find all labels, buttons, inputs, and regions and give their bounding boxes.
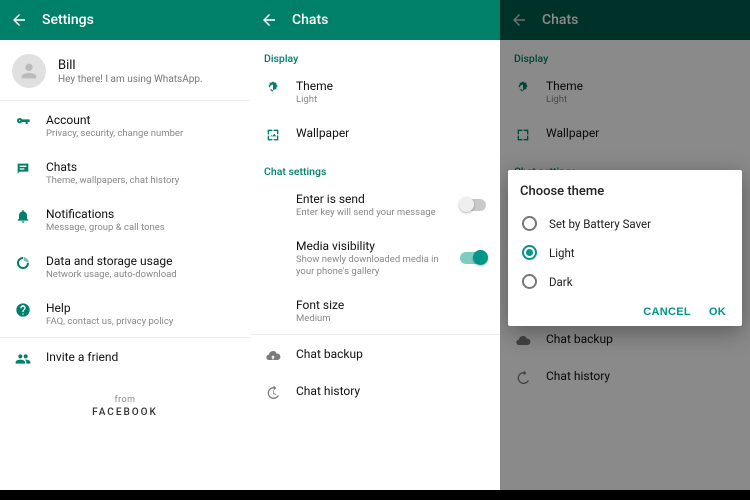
chats-settings-screen: Chats Display ThemeLight Wallpaper Chat …	[250, 0, 500, 490]
dialog-title: Choose theme	[520, 184, 730, 199]
theme-row[interactable]: ThemeLight	[500, 69, 750, 116]
brightness-icon	[264, 80, 282, 96]
facebook-brand: FACEBOOK	[0, 407, 250, 418]
back-icon[interactable]	[510, 11, 528, 29]
media-visibility-row[interactable]: Media visibilityShow newly downloaded me…	[250, 229, 500, 288]
cloud-upload-icon	[514, 333, 532, 349]
history-icon	[514, 370, 532, 386]
bell-icon	[14, 208, 32, 224]
profile-name: Bill	[58, 58, 203, 73]
appbar: Chats	[500, 0, 750, 40]
people-icon	[14, 351, 32, 367]
back-icon[interactable]	[10, 11, 28, 29]
media-visibility-toggle[interactable]	[460, 252, 486, 264]
radio-icon	[522, 216, 537, 231]
radio-icon	[522, 274, 537, 289]
appbar: Settings	[0, 0, 250, 40]
wallpaper-icon	[264, 127, 282, 143]
divider	[250, 334, 500, 335]
help-icon	[14, 302, 32, 318]
chat-backup-row[interactable]: Chat backup	[250, 337, 500, 374]
appbar-title: Chats	[542, 12, 578, 28]
appbar: Chats	[250, 0, 500, 40]
settings-item-account[interactable]: AccountPrivacy, security, change number	[0, 103, 250, 150]
divider	[0, 337, 250, 338]
theme-option-light[interactable]: Light	[520, 238, 730, 267]
profile-status: Hey there! I am using WhatsApp.	[58, 74, 203, 85]
settings-item-invite[interactable]: Invite a friend	[0, 340, 250, 377]
chat-icon	[14, 161, 32, 177]
font-size-row[interactable]: Font sizeMedium	[250, 288, 500, 335]
appbar-title: Settings	[42, 12, 94, 28]
wallpaper-row[interactable]: Wallpaper	[250, 116, 500, 153]
divider	[0, 100, 250, 101]
brightness-icon	[514, 80, 532, 96]
settings-item-help[interactable]: HelpFAQ, contact us, privacy policy	[0, 291, 250, 338]
history-icon	[264, 385, 282, 401]
back-icon[interactable]	[260, 11, 278, 29]
radio-icon	[522, 245, 537, 260]
chat-history-row[interactable]: Chat history	[500, 359, 750, 396]
appbar-title: Chats	[292, 12, 328, 28]
cloud-upload-icon	[264, 348, 282, 364]
theme-row[interactable]: ThemeLight	[250, 69, 500, 116]
section-display: Display	[250, 40, 500, 69]
ok-button[interactable]: OK	[709, 306, 726, 318]
theme-dialog: Choose theme Set by Battery Saver Light …	[508, 170, 742, 326]
theme-option-dark[interactable]: Dark	[520, 267, 730, 296]
enter-is-send-row[interactable]: Enter is sendEnter key will send your me…	[250, 182, 500, 229]
cancel-button[interactable]: CANCEL	[643, 306, 691, 318]
enter-is-send-toggle[interactable]	[460, 199, 486, 211]
avatar	[12, 54, 46, 88]
from-label: from	[0, 395, 250, 405]
chat-backup-row[interactable]: Chat backup	[500, 322, 750, 359]
profile-row[interactable]: Bill Hey there! I am using WhatsApp.	[0, 40, 250, 100]
theme-option-battery[interactable]: Set by Battery Saver	[520, 209, 730, 238]
settings-item-notifications[interactable]: NotificationsMessage, group & call tones	[0, 197, 250, 244]
settings-item-data[interactable]: Data and storage usageNetwork usage, aut…	[0, 244, 250, 291]
chat-history-row[interactable]: Chat history	[250, 374, 500, 411]
settings-item-chats[interactable]: ChatsTheme, wallpapers, chat history	[0, 150, 250, 197]
key-icon	[14, 114, 32, 130]
wallpaper-icon	[514, 127, 532, 143]
data-usage-icon	[14, 255, 32, 271]
theme-dialog-screen: Chats Display ThemeLight Wallpaper Chat …	[500, 0, 750, 490]
section-chat-settings: Chat settings	[250, 153, 500, 182]
settings-screen: Settings Bill Hey there! I am using What…	[0, 0, 250, 490]
section-display: Display	[500, 40, 750, 69]
wallpaper-row[interactable]: Wallpaper	[500, 116, 750, 153]
